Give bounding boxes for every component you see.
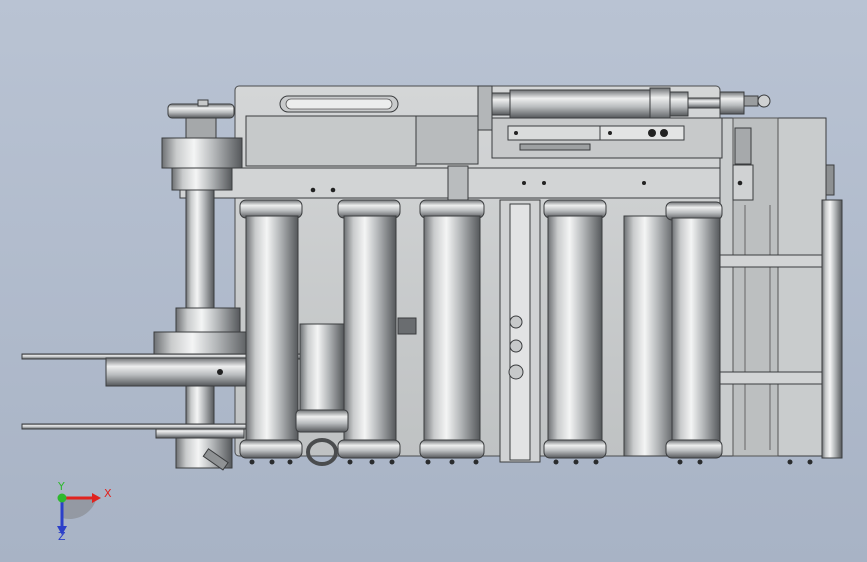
cad-viewport[interactable]: X Y Z (0, 0, 867, 562)
bolt-head (593, 459, 599, 465)
y-axis-label: Y (57, 480, 65, 493)
roller (623, 215, 677, 457)
bolt-head (389, 459, 395, 465)
bolt-head (473, 459, 479, 465)
roller (543, 199, 607, 459)
bolt-head (677, 459, 683, 465)
bolt-head (787, 459, 793, 465)
bolt-head (287, 459, 293, 465)
bolt-head (249, 459, 255, 465)
roller (419, 199, 485, 459)
bolt-head (449, 459, 455, 465)
horizontal-beam (179, 165, 743, 201)
z-axis-label: Z (58, 530, 66, 543)
bolt-head (425, 459, 431, 465)
roller (665, 201, 723, 459)
bolt-head (697, 459, 703, 465)
right-frame (719, 117, 835, 457)
bolt-head (269, 459, 275, 465)
x-axis-label: X (104, 487, 112, 500)
y-axis-dot (57, 493, 67, 503)
roller (239, 199, 303, 459)
bolt-head (807, 459, 813, 465)
linear-slide (491, 117, 752, 165)
bolt-head (347, 459, 353, 465)
bolt-head (573, 459, 579, 465)
bolt-head (369, 459, 375, 465)
bolt-head (553, 459, 559, 465)
roller (821, 199, 843, 459)
